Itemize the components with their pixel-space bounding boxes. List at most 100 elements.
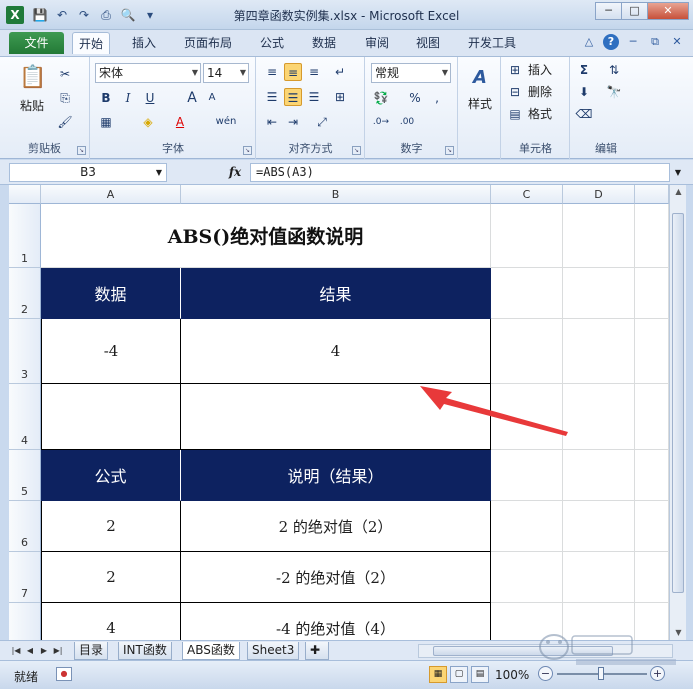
row-header-1[interactable]: 1 xyxy=(9,204,41,268)
insert-cells-icon[interactable]: ⊞ xyxy=(506,61,524,79)
format-cells-button[interactable]: 格式 xyxy=(524,105,556,123)
select-all-corner[interactable] xyxy=(9,185,41,204)
copy-icon[interactable]: ⎘ xyxy=(56,89,74,107)
tab-formulas[interactable]: 公式 xyxy=(254,32,290,54)
tab-home[interactable]: 开始 xyxy=(72,32,111,54)
italic-button[interactable]: I xyxy=(119,89,137,107)
cell-e3[interactable] xyxy=(635,319,669,384)
close-button[interactable]: ✕ xyxy=(647,2,689,20)
align-top-icon[interactable]: ≡ xyxy=(263,63,281,81)
row-header-8[interactable]: 8 xyxy=(9,603,41,640)
last-sheet-icon[interactable]: ▶| xyxy=(52,644,64,657)
sheet-tab-catalog[interactable]: 目录 xyxy=(74,642,109,660)
merge-center-icon[interactable]: ⊞ xyxy=(331,88,349,106)
header-cell-description[interactable]: 说明（结果） xyxy=(181,450,491,501)
cell-c2[interactable] xyxy=(491,268,563,319)
cell-b6[interactable]: 2 的绝对值（2） xyxy=(181,501,491,552)
cell-b8[interactable]: -4 的绝对值（4） xyxy=(181,603,491,640)
cell-c4[interactable] xyxy=(491,384,563,450)
header-cell-data[interactable]: 数据 xyxy=(41,268,181,319)
cell-e5[interactable] xyxy=(635,450,669,501)
formula-input[interactable]: =ABS(A3) xyxy=(250,163,670,182)
vertical-scroll-thumb[interactable] xyxy=(672,213,684,593)
sheet-tab-int[interactable]: INT函数 xyxy=(118,642,172,660)
alignment-launcher-icon[interactable]: ↘ xyxy=(352,146,361,155)
underline-button[interactable]: U xyxy=(141,89,159,107)
format-cells-icon[interactable]: ▤ xyxy=(506,105,524,123)
borders-icon[interactable]: ▦ xyxy=(97,113,115,131)
column-header-a[interactable]: A xyxy=(41,185,181,204)
styles-icon[interactable]: A xyxy=(469,65,491,91)
insert-sheet-icon[interactable]: ✚ xyxy=(305,642,329,660)
align-left-icon[interactable]: ☰ xyxy=(263,88,281,106)
phonetic-button[interactable]: wén xyxy=(211,113,241,131)
minimize-ribbon-icon[interactable]: △ xyxy=(581,34,597,50)
cell-b3-selected[interactable]: 4 xyxy=(181,319,491,384)
cell-e1[interactable] xyxy=(635,204,669,268)
cell-a6[interactable]: 2 xyxy=(41,501,181,552)
cell-e6[interactable] xyxy=(635,501,669,552)
shrink-font-button[interactable]: A xyxy=(203,89,221,107)
cell-c6[interactable] xyxy=(491,501,563,552)
record-macro-icon[interactable]: ● xyxy=(56,667,72,681)
insert-function-button[interactable]: fx xyxy=(225,163,245,182)
tab-file[interactable]: 文件 xyxy=(9,32,64,54)
cell-d3[interactable] xyxy=(563,319,635,384)
cell-a8[interactable]: 4 xyxy=(41,603,181,640)
workbook-close-icon[interactable]: ✕ xyxy=(669,34,685,50)
zoom-out-button[interactable]: − xyxy=(538,666,553,681)
currency-icon[interactable]: 💱 xyxy=(372,89,390,107)
percent-button[interactable]: % xyxy=(406,89,424,107)
align-middle-icon[interactable]: ≡ xyxy=(284,63,302,81)
zoom-slider-thumb[interactable] xyxy=(598,667,604,680)
number-launcher-icon[interactable]: ↘ xyxy=(445,146,454,155)
wrap-text-icon[interactable]: ↵ xyxy=(331,63,349,81)
cell-e7[interactable] xyxy=(635,552,669,603)
delete-cells-icon[interactable]: ⊟ xyxy=(506,83,524,101)
worksheet-grid[interactable]: A B C D 1 2 3 4 5 6 7 8 ABS()绝对值函数说明 数据 … xyxy=(9,185,669,640)
decrease-decimal-icon[interactable]: .00 xyxy=(398,113,416,131)
cell-c5[interactable] xyxy=(491,450,563,501)
font-color-icon[interactable]: A xyxy=(171,113,189,131)
scroll-down-icon[interactable]: ▼ xyxy=(670,626,687,640)
delete-cells-button[interactable]: 删除 xyxy=(524,83,556,101)
decrease-indent-icon[interactable]: ⇤ xyxy=(263,113,281,131)
cell-d4[interactable] xyxy=(563,384,635,450)
vertical-scrollbar[interactable]: ▲ ▼ xyxy=(669,185,686,640)
cut-icon[interactable]: ✂ xyxy=(56,65,74,83)
maximize-button[interactable]: □ xyxy=(621,2,648,20)
fill-icon[interactable]: ⬇ xyxy=(575,83,593,101)
name-box[interactable]: B3 ▼ xyxy=(9,163,167,182)
row-header-2[interactable]: 2 xyxy=(9,268,41,319)
cell-d8[interactable] xyxy=(563,603,635,640)
increase-indent-icon[interactable]: ⇥ xyxy=(284,113,302,131)
cell-b4[interactable] xyxy=(181,384,491,450)
comma-button[interactable]: , xyxy=(428,89,446,107)
clear-icon[interactable]: ⌫ xyxy=(575,105,593,123)
align-bottom-icon[interactable]: ≡ xyxy=(305,63,323,81)
cell-d6[interactable] xyxy=(563,501,635,552)
paste-button[interactable]: 粘贴 xyxy=(12,97,52,115)
format-painter-icon[interactable]: 🖌 xyxy=(56,113,74,131)
tab-page-layout[interactable]: 页面布局 xyxy=(178,32,238,54)
column-header-e[interactable] xyxy=(635,185,669,204)
cell-a3[interactable]: -4 xyxy=(41,319,181,384)
increase-decimal-icon[interactable]: .0→ xyxy=(372,113,390,131)
font-name-select[interactable]: 宋体 ▼ xyxy=(95,63,201,83)
help-icon[interactable]: ? xyxy=(603,34,619,50)
find-select-icon[interactable]: 🔭 xyxy=(605,83,623,101)
tab-review[interactable]: 审阅 xyxy=(359,32,395,54)
row-header-3[interactable]: 3 xyxy=(9,319,41,384)
cell-c1[interactable] xyxy=(491,204,563,268)
align-right-icon[interactable]: ☰ xyxy=(305,88,323,106)
number-format-select[interactable]: 常规 ▼ xyxy=(371,63,451,83)
horizontal-scrollbar[interactable] xyxy=(418,644,673,658)
autosum-button[interactable]: Σ xyxy=(575,61,593,79)
cell-b7[interactable]: -2 的绝对值（2） xyxy=(181,552,491,603)
insert-cells-button[interactable]: 插入 xyxy=(524,61,556,79)
orientation-icon[interactable]: ⤢ xyxy=(313,113,331,131)
fill-color-icon[interactable]: ◈ xyxy=(139,113,157,131)
workbook-minimize-icon[interactable]: ─ xyxy=(625,34,641,50)
cell-e4[interactable] xyxy=(635,384,669,450)
header-cell-formula[interactable]: 公式 xyxy=(41,450,181,501)
